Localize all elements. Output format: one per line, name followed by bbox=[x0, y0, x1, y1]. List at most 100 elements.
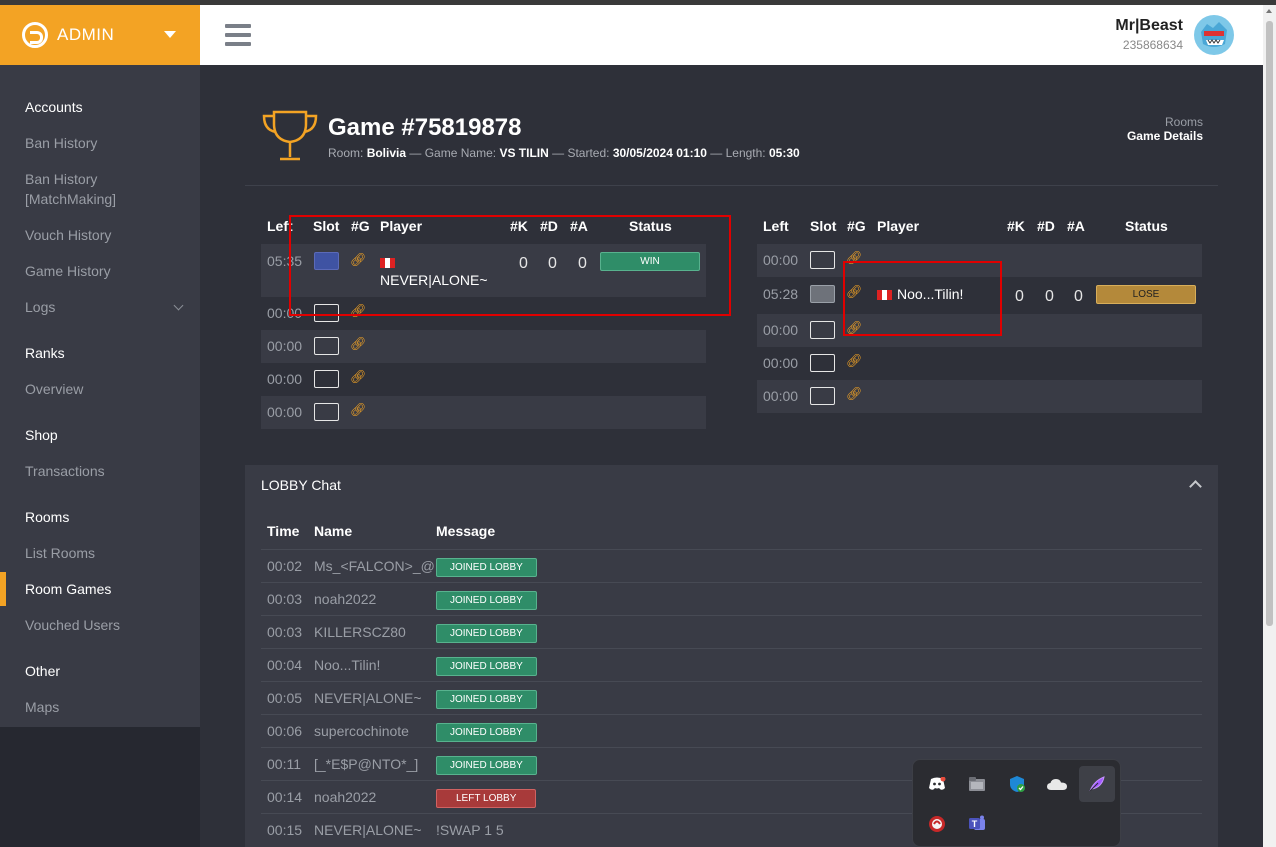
chat-time: 00:03 bbox=[267, 591, 303, 607]
left-time: 00:00 bbox=[763, 388, 799, 404]
teams-icon[interactable]: T bbox=[959, 806, 995, 842]
sidebar-section-ranks: Ranks bbox=[25, 345, 65, 361]
chat-title: LOBBY Chat bbox=[261, 477, 341, 493]
col-a: #A bbox=[1067, 218, 1085, 234]
col-d: #D bbox=[1037, 218, 1055, 234]
system-tray-overflow: T bbox=[912, 759, 1121, 847]
left-time: 00:00 bbox=[267, 338, 303, 354]
link-icon[interactable]: 🔗︎ bbox=[350, 369, 367, 385]
slot-swatch bbox=[314, 337, 339, 355]
sidebar-section-shop: Shop bbox=[25, 427, 58, 443]
room-value: Bolivia bbox=[366, 146, 407, 160]
chat-col-name: Name bbox=[314, 523, 353, 539]
sidebar-item-list-rooms[interactable]: List Rooms bbox=[25, 543, 95, 563]
col-g: #G bbox=[847, 218, 866, 234]
svg-text:T: T bbox=[972, 819, 978, 829]
left-time: 00:00 bbox=[267, 404, 303, 420]
chat-time: 00:11 bbox=[267, 756, 301, 772]
sidebar-item-maps[interactable]: Maps bbox=[25, 697, 59, 717]
joined-badge: JOINED LOBBY bbox=[436, 591, 537, 610]
sidebar-section-rooms: Rooms bbox=[25, 509, 70, 525]
link-icon[interactable]: 🔗︎ bbox=[350, 402, 367, 418]
table-row: 00:00 🔗︎ bbox=[261, 396, 706, 429]
highlight-box-team2 bbox=[843, 261, 1002, 336]
page-title: Game #75819878 bbox=[328, 114, 522, 141]
scrollbar-thumb[interactable] bbox=[1266, 21, 1273, 626]
assists: 0 bbox=[1074, 288, 1083, 305]
highlight-box-team1 bbox=[289, 215, 731, 316]
collapse-chevron-icon[interactable] bbox=[1189, 480, 1202, 493]
sidebar-item-game-history[interactable]: Game History bbox=[25, 261, 111, 281]
chat-col-time: Time bbox=[267, 523, 300, 539]
col-slot: Slot bbox=[810, 218, 837, 234]
left-time: 00:00 bbox=[763, 252, 799, 268]
sidebar-item-logs[interactable]: Logs bbox=[25, 297, 55, 317]
slot-swatch bbox=[810, 251, 835, 269]
chat-row: 00:06 supercochinote JOINED LOBBY bbox=[261, 714, 1202, 747]
started-label: — Started: bbox=[552, 146, 610, 160]
link-icon[interactable]: 🔗︎ bbox=[846, 386, 863, 402]
col-left: Left bbox=[763, 218, 789, 234]
chat-time: 00:03 bbox=[267, 624, 303, 640]
user-info[interactable]: Mr|Beast 235868634 bbox=[1115, 17, 1183, 52]
sidebar-item-transactions[interactable]: Transactions bbox=[25, 461, 105, 481]
slot-swatch bbox=[810, 285, 835, 303]
chat-time: 00:06 bbox=[267, 723, 303, 739]
avatar[interactable] bbox=[1193, 14, 1235, 56]
slot-swatch bbox=[810, 354, 835, 372]
sidebar-active-indicator bbox=[0, 572, 6, 606]
breadcrumb: Rooms Game Details bbox=[1127, 115, 1203, 143]
started-value: 30/05/2024 01:10 bbox=[612, 146, 707, 160]
onedrive-icon[interactable] bbox=[1039, 766, 1075, 802]
sidebar: Accounts Ban History Ban History [MatchM… bbox=[0, 65, 200, 727]
sidebar-item-room-games[interactable]: Room Games bbox=[25, 579, 111, 599]
left-badge: LEFT LOBBY bbox=[436, 789, 537, 808]
status-badge: LOSE bbox=[1096, 285, 1196, 304]
chevron-down-icon[interactable] bbox=[173, 300, 184, 311]
breadcrumb-rooms[interactable]: Rooms bbox=[1127, 115, 1203, 129]
deaths: 0 bbox=[1045, 288, 1054, 305]
joined-badge: JOINED LOBBY bbox=[436, 756, 537, 775]
slot-swatch bbox=[810, 321, 835, 339]
chat-name: KILLERSCZ80 bbox=[314, 624, 406, 640]
scroll-up-icon[interactable] bbox=[1266, 9, 1272, 13]
chat-name: NEVER|ALONE~ bbox=[314, 690, 422, 706]
sidebar-section-accounts: Accounts bbox=[25, 99, 83, 115]
link-icon[interactable]: 🔗︎ bbox=[350, 336, 367, 352]
chat-col-message: Message bbox=[436, 523, 496, 539]
chat-time: 00:04 bbox=[267, 657, 303, 673]
chat-time: 00:05 bbox=[267, 690, 303, 706]
left-time: 00:00 bbox=[763, 322, 799, 338]
hamburger-menu-icon[interactable] bbox=[225, 24, 251, 46]
game-name-value: VS TILIN bbox=[499, 146, 549, 160]
left-time: 00:00 bbox=[763, 355, 799, 371]
brand-title: ADMIN bbox=[57, 25, 115, 44]
game-name-label: — Game Name: bbox=[409, 146, 497, 160]
sidebar-item-ban-history-matchmaking[interactable]: Ban History [MatchMaking] bbox=[25, 169, 135, 209]
chat-name: NEVER|ALONE~ bbox=[314, 822, 422, 838]
table-row: 00:00 🔗︎ bbox=[261, 363, 706, 396]
link-icon[interactable]: 🔗︎ bbox=[846, 353, 863, 369]
chat-time: 00:14 bbox=[267, 789, 303, 805]
chat-row: 00:03 KILLERSCZ80 JOINED LOBBY bbox=[261, 615, 1202, 648]
brand-menu[interactable]: ADMIN bbox=[0, 5, 200, 65]
security-app-icon[interactable] bbox=[919, 806, 955, 842]
table-row: 00:00 🔗︎ bbox=[261, 330, 706, 363]
page-scrollbar[interactable] bbox=[1263, 5, 1276, 847]
slot-swatch bbox=[810, 387, 835, 405]
files-icon[interactable] bbox=[959, 766, 995, 802]
sidebar-footer bbox=[0, 727, 200, 847]
caret-down-icon[interactable] bbox=[164, 31, 176, 38]
table-row: 00:00 🔗︎ bbox=[757, 380, 1202, 413]
discord-icon[interactable] bbox=[919, 766, 955, 802]
sidebar-item-overview[interactable]: Overview bbox=[25, 379, 83, 399]
sidebar-item-ban-history[interactable]: Ban History bbox=[25, 133, 97, 153]
sidebar-item-vouched-users[interactable]: Vouched Users bbox=[25, 615, 120, 635]
chat-name: Noo...Tilin! bbox=[314, 657, 381, 673]
feather-app-icon[interactable] bbox=[1079, 766, 1115, 802]
defender-icon[interactable] bbox=[999, 766, 1035, 802]
col-player: Player bbox=[877, 218, 920, 234]
joined-badge: JOINED LOBBY bbox=[436, 558, 537, 577]
sidebar-item-vouch-history[interactable]: Vouch History bbox=[25, 225, 111, 245]
length-value: 05:30 bbox=[768, 146, 800, 160]
